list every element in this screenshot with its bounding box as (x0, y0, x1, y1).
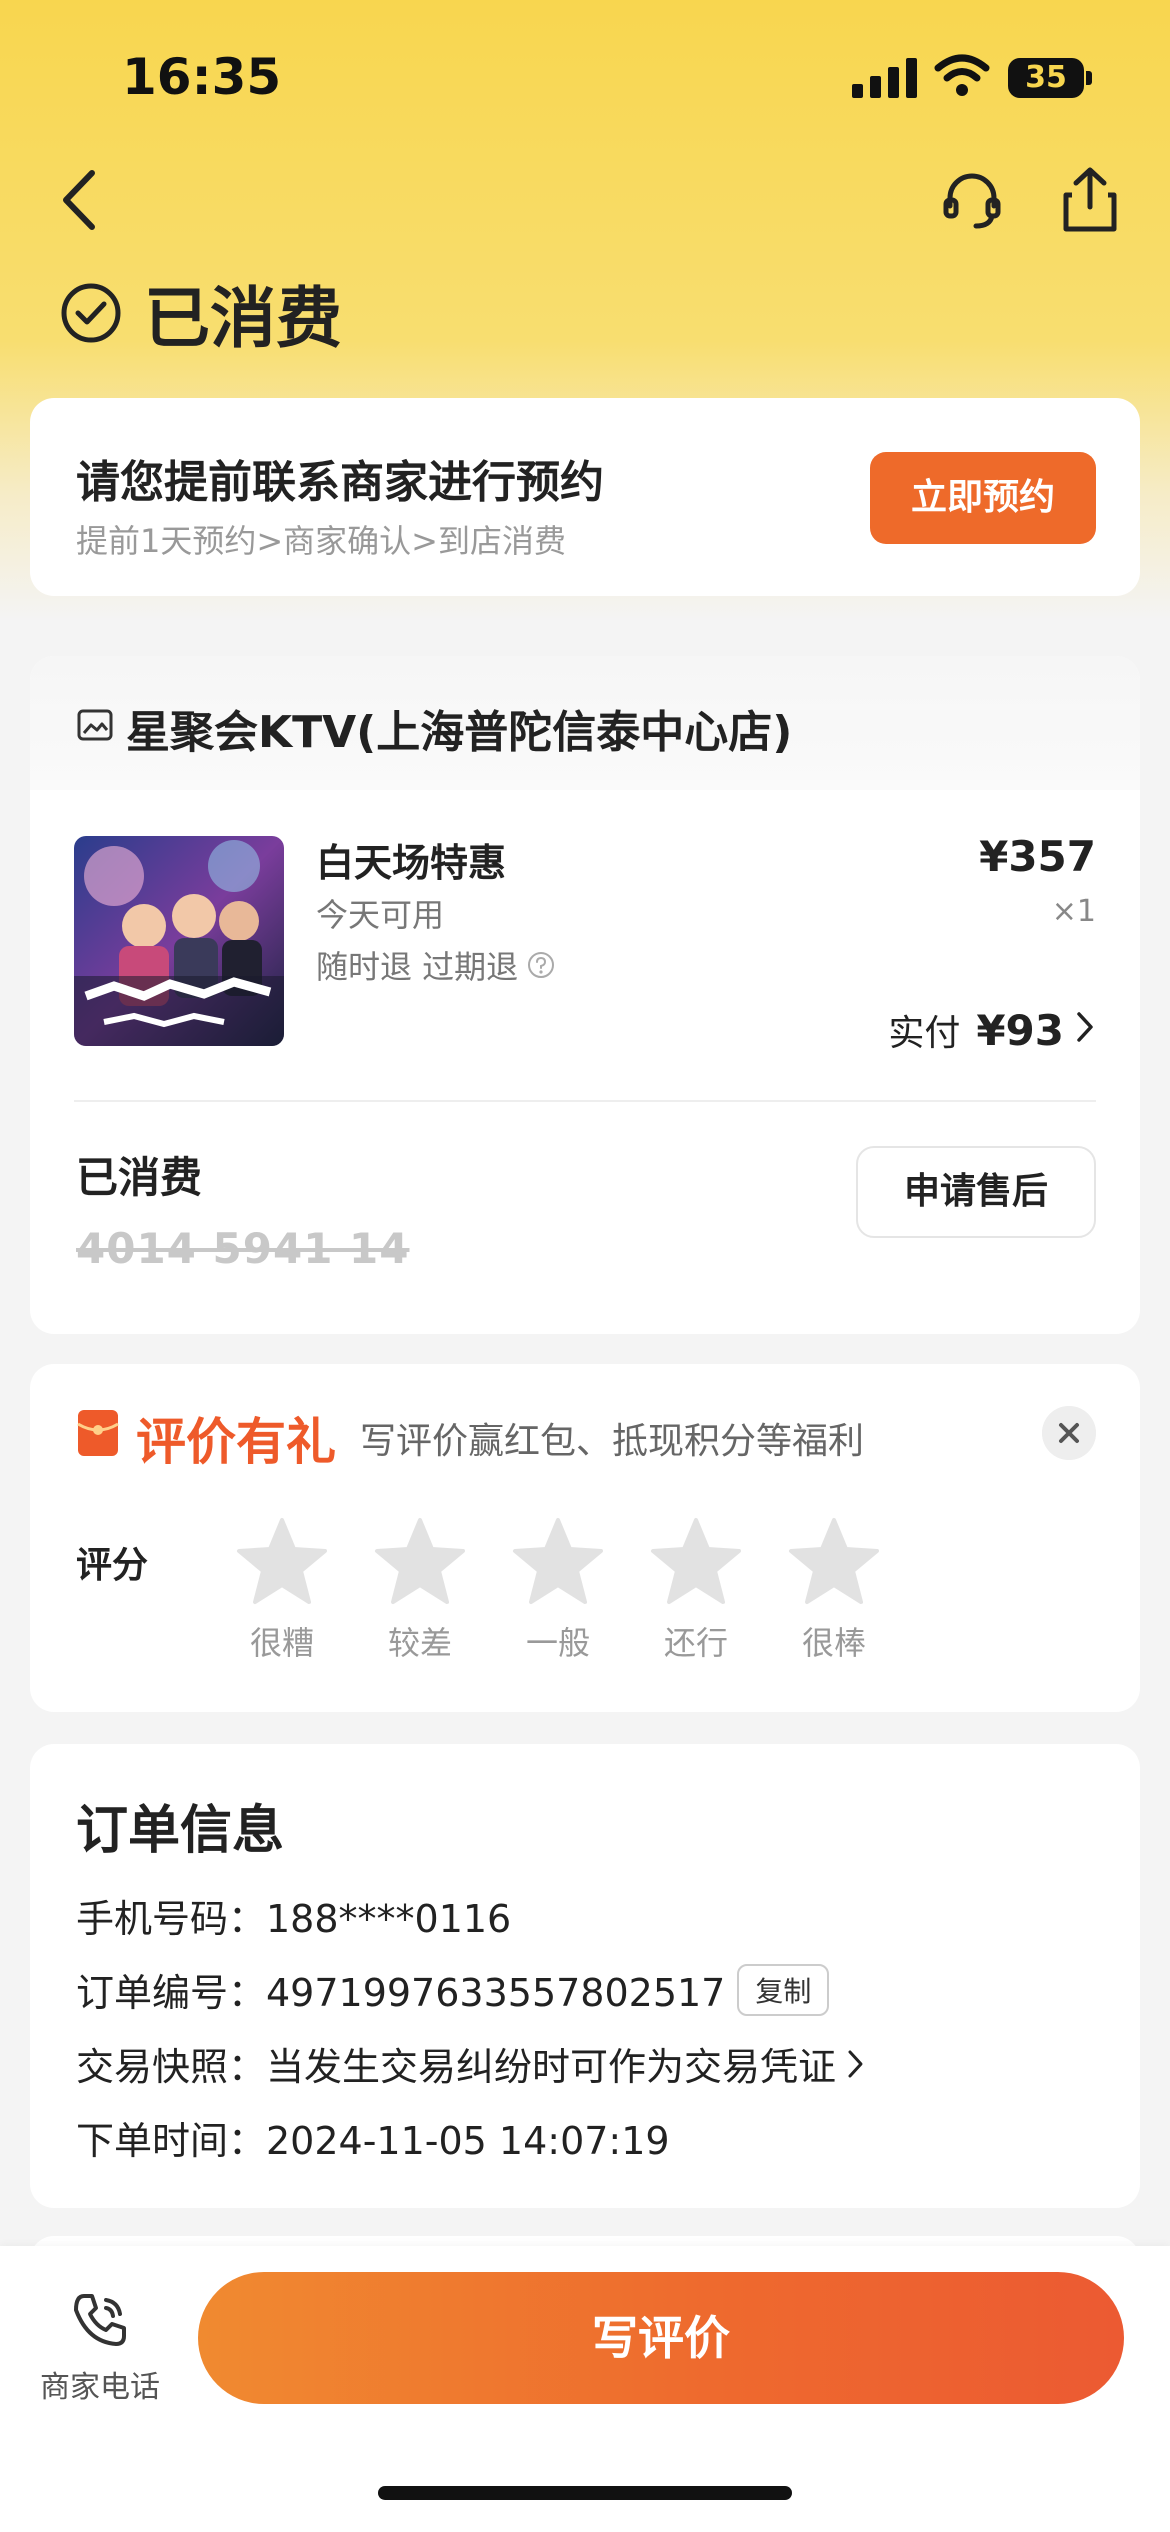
star-label: 很糟 (249, 1624, 314, 1662)
star-rating-1[interactable]: 很糟 (232, 1516, 332, 1664)
star-label: 很棒 (801, 1624, 866, 1662)
check-circle-icon (61, 283, 121, 343)
reservation-card: 请您提前联系商家进行预约 提前1天预约>商家确认>到店消费 立即预约 (30, 398, 1140, 596)
divider (74, 1100, 1096, 1102)
product-quantity: ×1 (1051, 894, 1096, 929)
snapshot-row[interactable]: 交易快照：当发生交易纠纷时可作为交易凭证 (76, 2036, 866, 2091)
star-icon (375, 1518, 465, 1604)
rating-label: 评分 (76, 1545, 149, 1586)
voucher-code: 4014 5941 14 (76, 1224, 410, 1273)
order-info-card: 订单信息 手机号码：188****0116 订单编号：4971997633557… (30, 1744, 1140, 2208)
merchant-phone-button[interactable]: 商家电话 (30, 2288, 170, 2406)
star-icon (237, 1518, 327, 1604)
voucher-status: 已消费 (76, 1153, 203, 1202)
battery-icon: 35 (1008, 58, 1092, 98)
status-bar: 16:35 35 (0, 0, 1170, 150)
star-icon (513, 1518, 603, 1604)
write-review-button[interactable]: 写评价 (198, 2272, 1124, 2404)
close-icon[interactable] (1042, 1406, 1096, 1460)
back-icon[interactable] (56, 165, 106, 235)
phone-text: 手机号码：188****0116 (76, 1897, 512, 1941)
order-info-title: 订单信息 (76, 1801, 285, 1861)
after-sale-button[interactable]: 申请售后 (856, 1146, 1096, 1238)
shop-header[interactable]: 星聚会KTV(上海普陀信泰中心店) (30, 656, 1140, 790)
paid-amount-row[interactable]: 实付 ¥93 (888, 1004, 1096, 1056)
star-rating-5[interactable]: 很棒 (784, 1516, 884, 1664)
signal-icon (852, 58, 917, 98)
merchant-phone-label: 商家电话 (40, 2370, 160, 2405)
review-reward-title: 评价有礼 (136, 1413, 336, 1471)
phone-row: 手机号码：188****0116 (76, 1888, 511, 1943)
refund-policy-text: 随时退 过期退 (316, 948, 519, 986)
order-time-row: 下单时间：2024-11-05 14:07:19 (76, 2110, 670, 2165)
star-rating-2[interactable]: 较差 (370, 1516, 470, 1664)
star-label: 还行 (663, 1624, 728, 1662)
wifi-icon (934, 54, 990, 96)
product-name: 白天场特惠 (316, 841, 507, 885)
phone-icon (74, 2294, 126, 2346)
order-status-text: 已消费 (144, 280, 342, 357)
reservation-title: 请您提前联系商家进行预约 (76, 457, 604, 508)
red-packet-icon (77, 1410, 119, 1456)
order-status-heading: 已消费 (60, 270, 342, 357)
star-icon (789, 1518, 879, 1604)
share-icon[interactable] (1058, 165, 1122, 235)
star-rating-3[interactable]: 一般 (508, 1516, 608, 1664)
star-icon (651, 1518, 741, 1604)
order-number-row: 订单编号：4971997633557802517 复制 (76, 1962, 830, 2017)
star-rating-4[interactable]: 还行 (646, 1516, 746, 1664)
reservation-steps: 提前1天预约>商家确认>到店消费 (76, 522, 566, 560)
chevron-right-icon (848, 2050, 863, 2077)
product-price: ¥357 (979, 832, 1096, 881)
copy-button[interactable]: 复制 (737, 1963, 830, 2016)
reserve-now-button[interactable]: 立即预约 (870, 452, 1096, 544)
order-number-text: 订单编号：4971997633557802517 (76, 1971, 726, 2015)
star-label: 一般 (525, 1624, 590, 1662)
shop-name: 星聚会KTV(上海普陀信泰中心店) (126, 707, 793, 758)
refund-policy[interactable]: 随时退 过期退 (316, 942, 556, 988)
help-icon[interactable] (526, 950, 556, 980)
product-image[interactable] (74, 836, 284, 1046)
review-reward-description: 写评价赢红包、抵现积分等福利 (360, 1421, 865, 1462)
product-availability: 今天可用 (316, 896, 445, 934)
home-indicator[interactable] (378, 2486, 792, 2500)
shop-icon (77, 709, 113, 741)
review-reward-card: 评价有礼 写评价赢红包、抵现积分等福利 评分 很糟 较差 一般 还行 很棒 (30, 1364, 1140, 1712)
customer-service-icon[interactable] (940, 168, 1004, 232)
paid-amount: ¥93 (976, 1006, 1064, 1055)
star-label: 较差 (387, 1624, 452, 1662)
status-time: 16:35 (122, 48, 282, 106)
order-card: 星聚会KTV(上海普陀信泰中心店) 白天场特惠 今天可用 随时退 过期退 ¥35… (30, 656, 1140, 1334)
snapshot-text: 交易快照：当发生交易纠纷时可作为交易凭证 (76, 2045, 837, 2089)
chevron-right-icon (1077, 1012, 1093, 1042)
paid-label: 实付 (888, 1013, 961, 1054)
order-time-text: 下单时间：2024-11-05 14:07:19 (76, 2119, 670, 2163)
battery-level: 35 (1008, 58, 1084, 98)
